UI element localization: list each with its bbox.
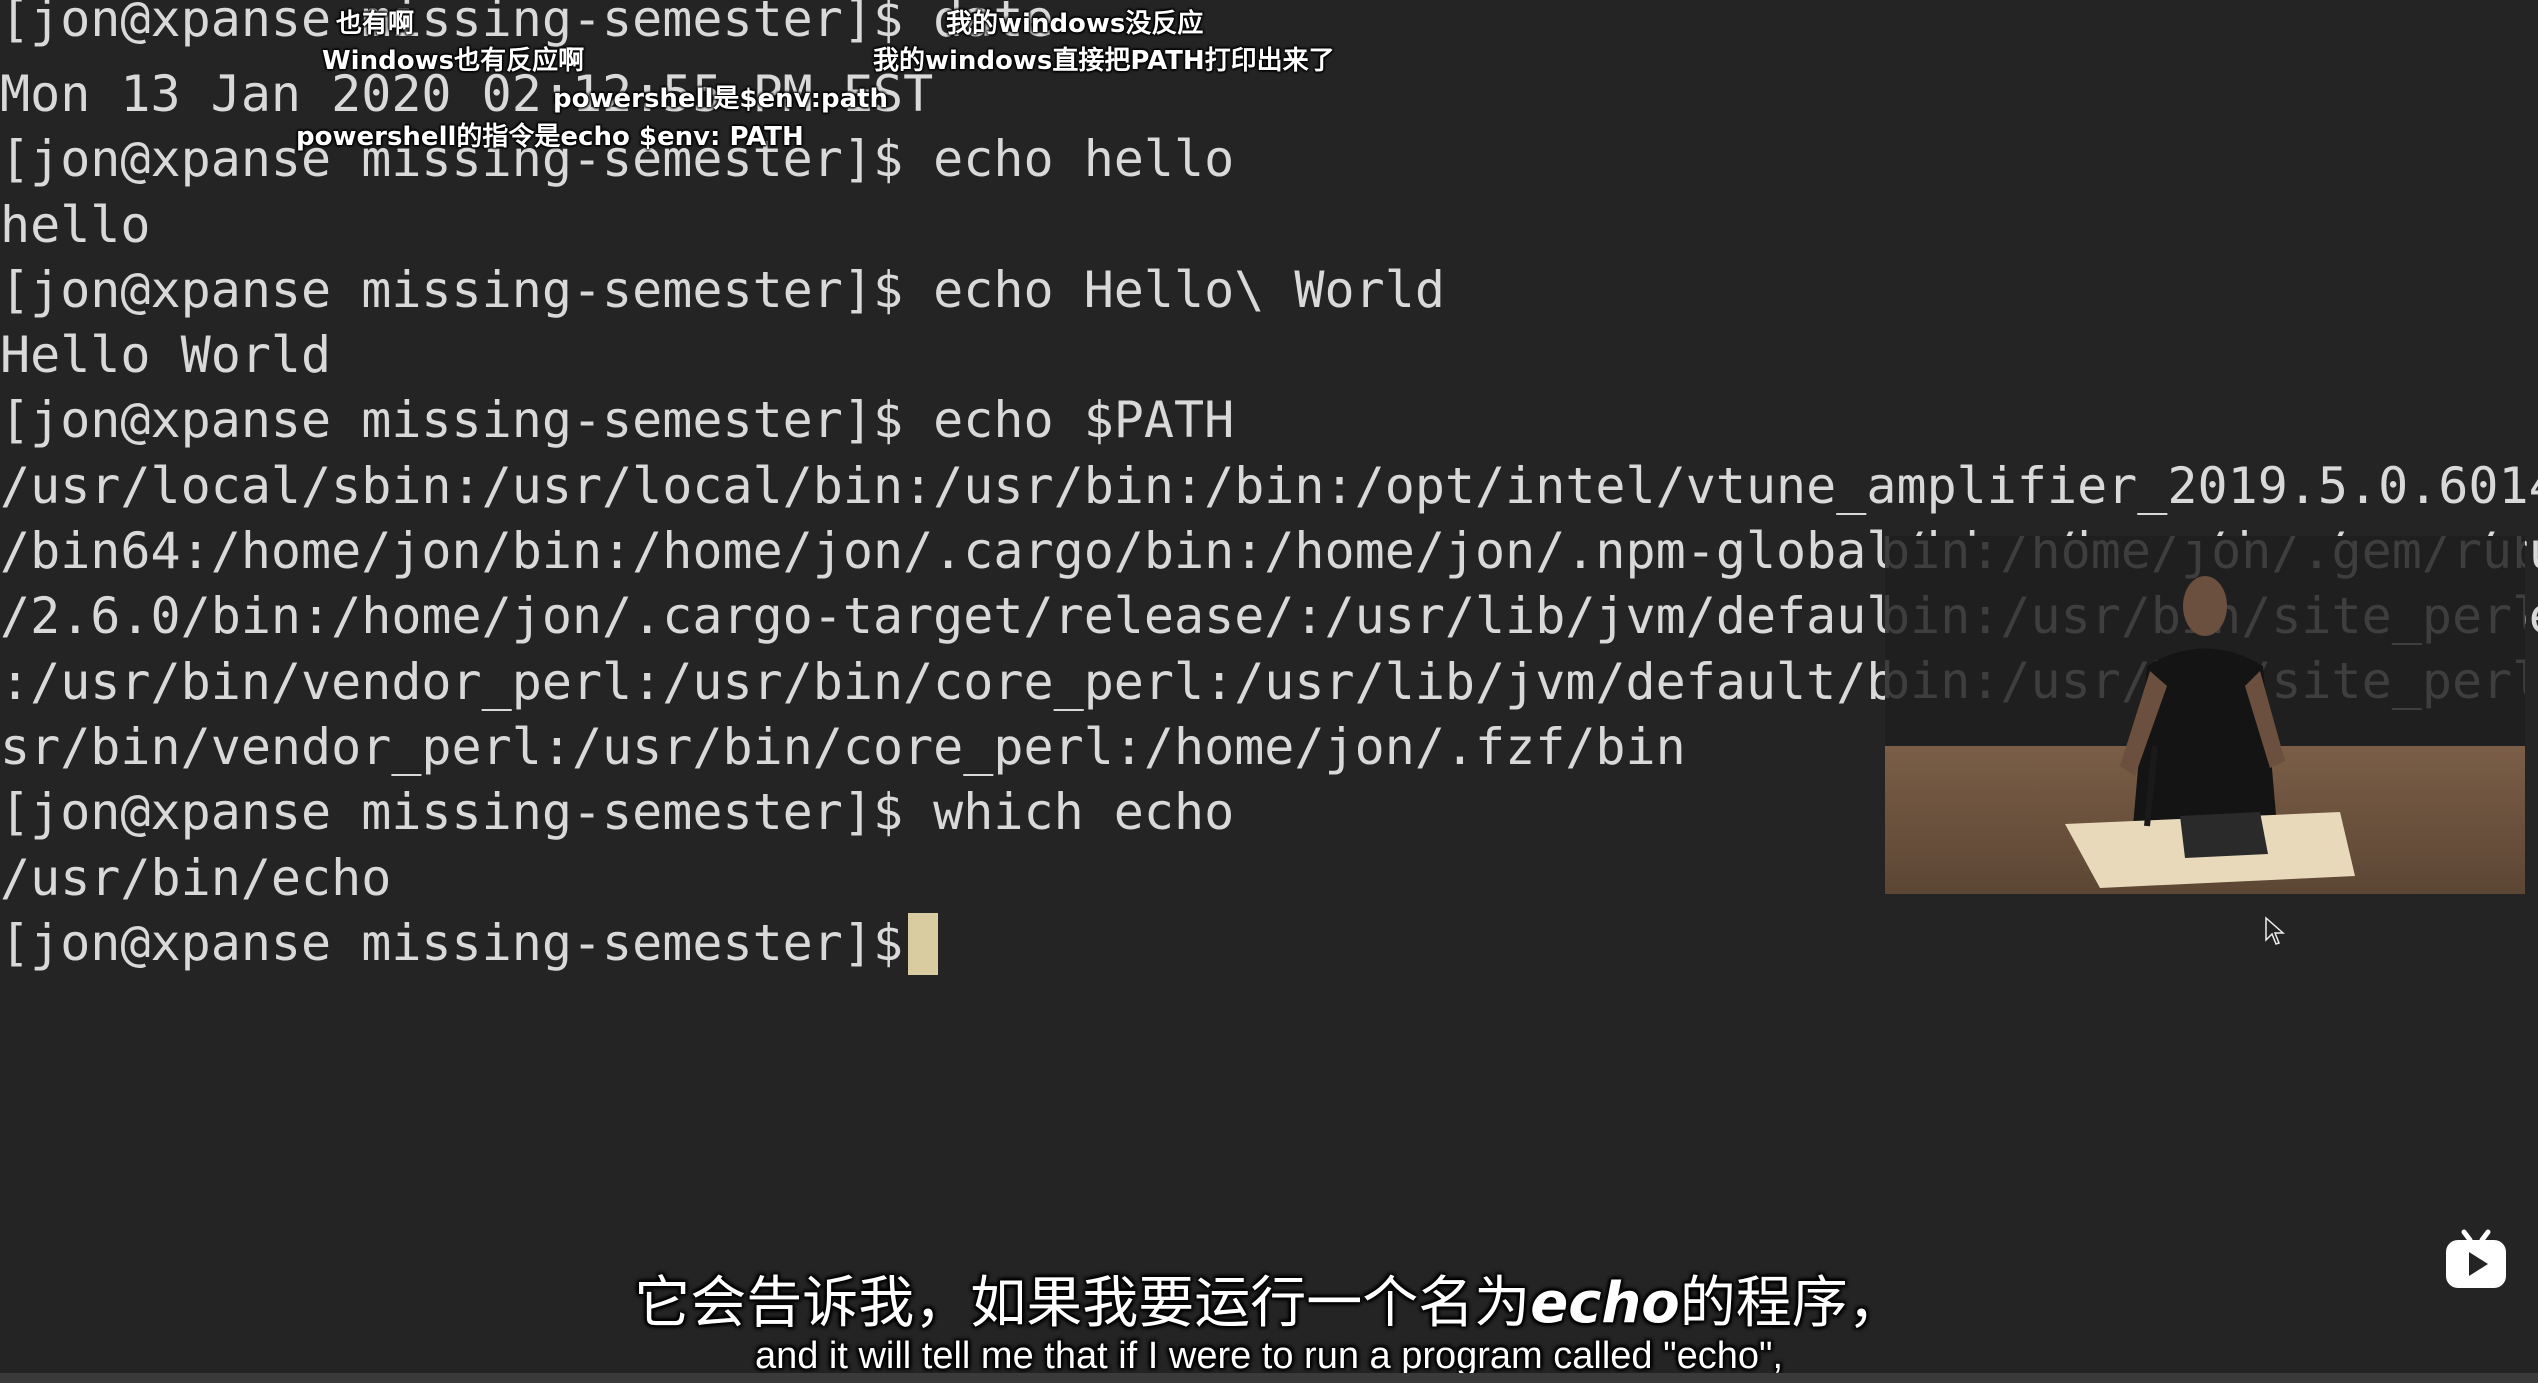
danmaku-comment: 我的windows直接把PATH打印出来了 [873,46,1335,76]
terminal-line: /usr/local/sbin:/usr/local/bin:/usr/bin:… [0,457,2538,515]
terminal-prompt-line[interactable]: [jon@xpanse missing-semester]$ [0,911,933,976]
lecturer-illustration [2065,576,2355,888]
video-progress-bar[interactable] [0,1373,2538,1383]
terminal-line: [jon@xpanse missing-semester]$ which ech… [0,783,1235,841]
subtitle-english: and it will tell me that if I were to ru… [754,1335,1784,1377]
terminal-line: /usr/bin/echo [0,849,392,907]
video-inset: bin:/home/jon/.gem/ruby bin:/usr/bin/sit… [1885,536,2525,894]
subtitle-chinese: 它会告诉我，如果我要运行一个名为echo的程序， [0,1258,2538,1339]
subtitle-zh-emphasis: echo [1530,1271,1680,1336]
subtitle-zh-part: 的程序， [1679,1271,1904,1336]
bilibili-tv-icon[interactable] [2442,1226,2510,1294]
subtitle-zh-part: 它会告诉我，如果我要运行一个名为 [634,1271,1531,1336]
danmaku-comment: 我的windows没反应 [946,9,1204,39]
mouse-pointer-icon [2265,916,2285,945]
danmaku-comment: powershell的指令是echo $env: PATH [296,122,804,152]
terminal-line: hello [0,196,151,254]
terminal-line: [jon@xpanse missing-semester]$ echo Hell… [0,261,1445,319]
terminal-line: sr/bin/vendor_perl:/usr/bin/core_perl:/h… [0,718,1686,776]
terminal-cursor [908,913,938,975]
terminal-line: [jon@xpanse missing-semester]$ echo $PAT… [0,391,1235,449]
danmaku-comment: 也有啊 [336,9,415,39]
danmaku-comment: powershell是$env:path [553,84,889,114]
terminal-line: Hello World [0,326,332,384]
danmaku-comment: Windows也有反应啊 [322,46,585,76]
